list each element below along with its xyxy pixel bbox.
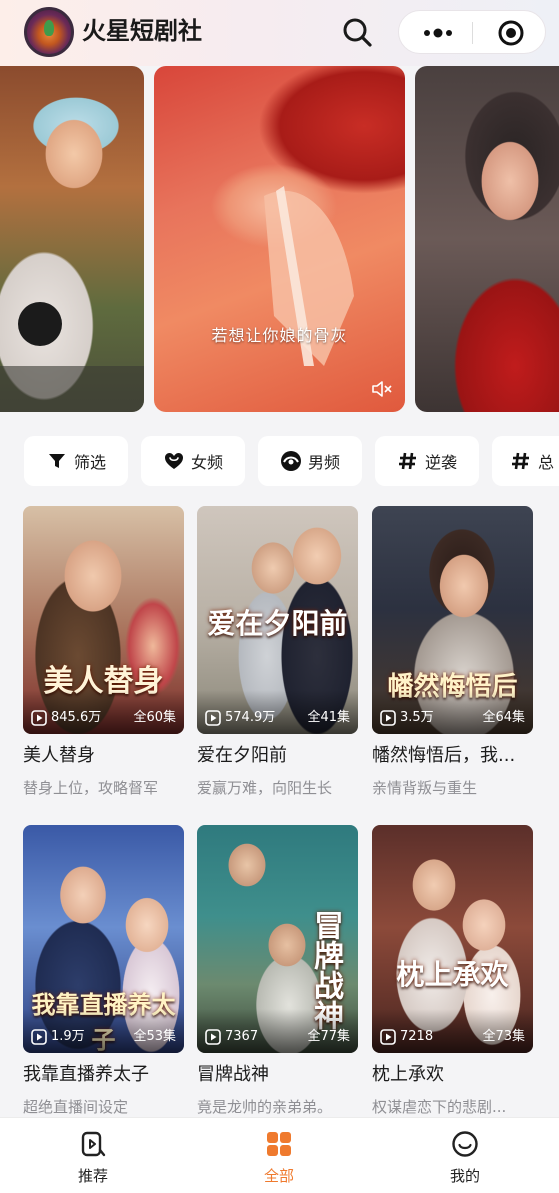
play-icon [205,710,221,726]
poster-title-art: 爱在夕阳前 [207,607,348,640]
tab-recommend[interactable]: 推荐 [0,1118,186,1193]
video-subtitle: 若想让你娘的骨灰 [211,326,348,345]
hash-icon [398,452,416,470]
drama-tagline: 爱赢万难，向阳生长 [197,779,333,797]
capsule-divider [472,22,473,44]
drama-title[interactable]: 冒牌战神 [197,1063,362,1087]
episode-count: 全64集 [482,710,525,725]
view-count: 845.6万 [51,710,102,725]
motorbike-scene [0,302,144,412]
drama-title[interactable]: 幡然悔悟后，我... [372,744,537,768]
tab-all-label: 全部 [263,1167,294,1185]
grid-icon [267,1132,291,1156]
top-bar: 火星短剧社 [0,0,559,66]
ceo-chip-label: 总 [538,453,555,472]
more-dots-icon [424,28,452,38]
drama-card[interactable]: 枕上承欢 7218 全73集 枕上承欢 权谋虐恋下的悲剧... [372,825,533,1116]
app-title: 火星短剧社 [82,17,202,45]
smiley-profile-icon [452,1131,478,1157]
view-count: 3.5万 [400,710,434,725]
drama-poster[interactable]: 美人替身 845.6万 全60集 [23,506,184,734]
male-channel-chip[interactable]: 男频 [258,436,362,486]
filter-chip[interactable]: 筛选 [24,436,128,486]
female-channel-label: 女频 [190,453,223,472]
app-logo[interactable] [24,7,74,57]
muted-speaker-icon[interactable] [370,378,394,400]
female-channel-chip[interactable]: 女频 [141,436,245,486]
drama-card[interactable]: 我靠直播养太子 1.9万 全53集 我靠直播养太子 超绝直播间设定 [23,825,184,1116]
close-miniprogram-button[interactable] [491,17,531,49]
play-icon [31,710,47,726]
hash-icon [512,452,529,470]
play-icon [205,1029,221,1045]
male-channel-icon [280,451,301,471]
funnel-icon [48,454,65,468]
drama-poster[interactable]: 我靠直播养太子 1.9万 全53集 [23,825,184,1053]
tab-recommend-label: 推荐 [77,1167,108,1185]
more-button[interactable] [413,17,463,49]
video-carousel[interactable]: 若想让你娘的骨灰 [0,66,559,416]
view-count: 1.9万 [51,1029,85,1044]
search-button[interactable] [338,14,378,52]
drama-tagline: 超绝直播间设定 [23,1098,129,1116]
male-channel-label: 男频 [307,453,340,472]
drama-card[interactable]: 幡然悔悟后 3.5万 全64集 幡然悔悟后，我... 亲情背叛与重生 [372,506,533,806]
drama-poster[interactable]: 幡然悔悟后 3.5万 全64集 [372,506,533,734]
poster-title-art: 枕上承欢 [396,958,509,991]
drama-title[interactable]: 我靠直播养太子 [23,1063,188,1087]
drama-tagline: 竟是龙帅的亲弟弟。 [197,1098,333,1116]
drama-title[interactable]: 枕上承欢 [372,1063,537,1087]
play-icon [380,1029,396,1045]
drama-tagline: 亲情背叛与重生 [372,779,478,797]
drama-card[interactable]: 美人替身 845.6万 全60集 美人替身 替身上位，攻略督军 [23,506,184,806]
view-count: 7218 [400,1029,434,1044]
drama-tagline: 替身上位，攻略督军 [23,779,159,797]
episode-count: 全53集 [133,1029,176,1044]
view-count: 574.9万 [225,710,276,725]
tab-profile[interactable]: 我的 [372,1118,558,1193]
carousel-slide-current[interactable]: 若想让你娘的骨灰 [154,66,405,412]
target-circle-icon [498,20,524,46]
episode-count: 全73集 [482,1029,525,1044]
drama-poster[interactable]: 枕上承欢 7218 全73集 [372,825,533,1053]
play-icon [31,1029,47,1045]
filter-chip-bar: 筛选 女频 男频 逆袭 总 [0,436,559,488]
hands-scene [264,186,354,366]
comeback-chip-label: 逆袭 [424,453,457,472]
search-icon [343,18,372,47]
drama-card[interactable]: 爱在夕阳前 574.9万 全41集 爱在夕阳前 爱赢万难，向阳生长 [197,506,358,806]
mini-program-capsule [398,10,546,54]
episode-count: 全77集 [307,1029,350,1044]
episode-count: 全60集 [133,710,176,725]
bottom-tab-bar: 推荐 全部 我的 [0,1117,559,1193]
drama-title[interactable]: 爱在夕阳前 [197,744,362,768]
tab-profile-label: 我的 [449,1167,480,1185]
carousel-slide-prev[interactable] [0,66,144,412]
episode-count: 全41集 [307,710,350,725]
drama-poster[interactable]: 冒牌战神 7367 全77集 [197,825,358,1053]
drama-title[interactable]: 美人替身 [23,744,188,768]
carousel-slide-next[interactable] [415,66,559,412]
drama-tagline: 权谋虐恋下的悲剧... [372,1098,507,1116]
heart-icon [164,453,183,469]
recommend-icon [81,1131,106,1157]
filter-chip-label: 筛选 [73,453,106,472]
ceo-chip[interactable]: 总 [492,436,559,486]
play-icon [380,710,396,726]
view-count: 7367 [225,1029,259,1044]
drama-poster[interactable]: 爱在夕阳前 574.9万 全41集 [197,506,358,734]
comeback-chip[interactable]: 逆袭 [375,436,479,486]
tab-all[interactable]: 全部 [186,1118,372,1193]
drama-card[interactable]: 冒牌战神 7367 全77集 冒牌战神 竟是龙帅的亲弟弟。 [197,825,358,1116]
